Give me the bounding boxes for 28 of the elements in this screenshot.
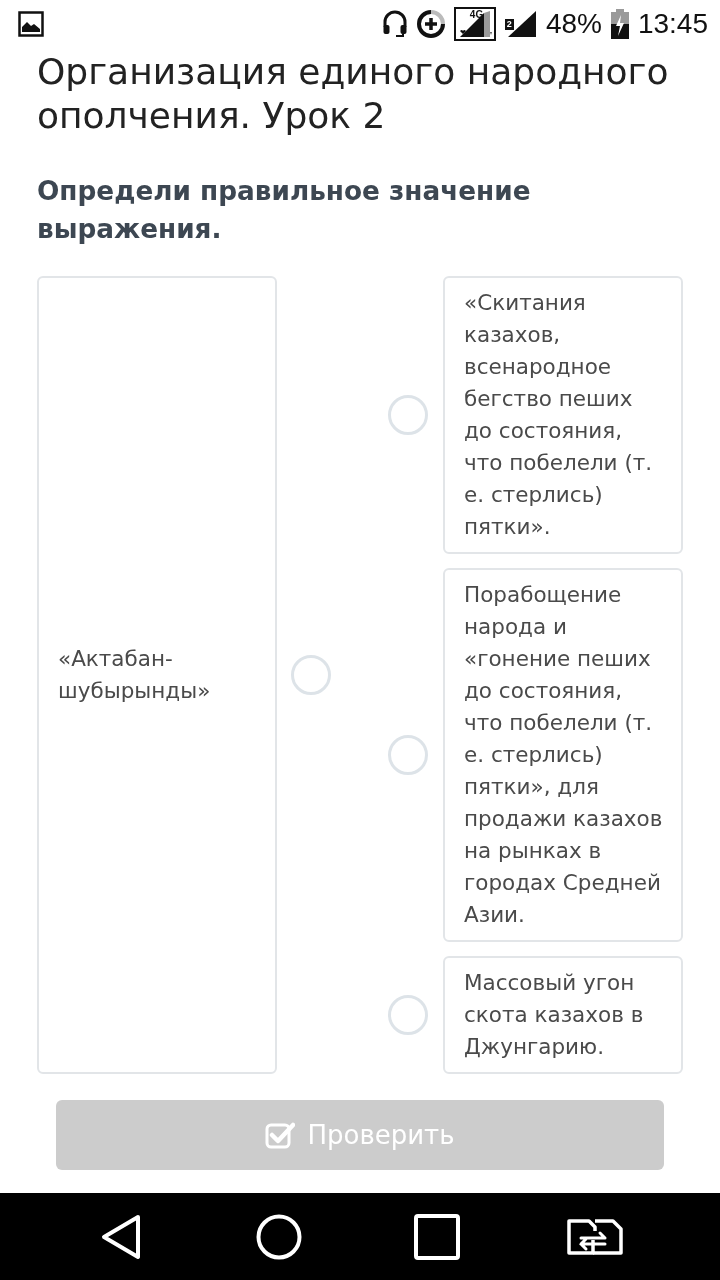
back-icon bbox=[100, 1213, 142, 1260]
recent-apps-icon bbox=[414, 1213, 460, 1260]
match-dot[interactable] bbox=[388, 395, 428, 435]
sim-switch-icon bbox=[567, 1217, 623, 1256]
checkbox-check-icon bbox=[265, 1121, 296, 1149]
sim-slot-label: 2 bbox=[504, 19, 514, 30]
lesson-title: Организация единого народного ополчения. Урок 2 bbox=[37, 50, 670, 138]
signal-icon bbox=[506, 10, 537, 38]
signal-icon bbox=[453, 7, 496, 41]
definition-card[interactable]: Массовый угон скота казахов в Джунгарию. bbox=[443, 956, 683, 1074]
battery-percent: 48% bbox=[545, 10, 602, 38]
definition-card[interactable]: Порабощение народа и «гонение пеших до состояния, что побелели (т. е. стерлись) пятки», для продажи казахов на рынках в городах Средней Азии. bbox=[443, 568, 683, 942]
image-icon bbox=[18, 11, 44, 37]
term-card[interactable]: «Актабан-шубырынды» bbox=[37, 276, 277, 1074]
headset-icon bbox=[381, 10, 408, 38]
home-icon bbox=[256, 1213, 302, 1260]
recent-apps-button[interactable] bbox=[414, 1213, 460, 1260]
match-dot[interactable] bbox=[388, 995, 428, 1035]
home-button[interactable] bbox=[256, 1213, 302, 1260]
clock: 13:45 bbox=[637, 10, 708, 38]
sim-switch-button[interactable] bbox=[567, 1217, 623, 1256]
back-button[interactable] bbox=[100, 1213, 142, 1260]
question-text: Определи правильное значение выражения. bbox=[37, 175, 532, 246]
battery-charging-icon bbox=[610, 9, 629, 39]
data-saver-icon bbox=[416, 10, 445, 38]
definition-card[interactable]: «Скитания казахов, всенародное бегство пеших до состояния, что побелели (т. е. стерлись) пятки». bbox=[443, 276, 683, 554]
match-dot[interactable] bbox=[388, 735, 428, 775]
match-dot[interactable] bbox=[291, 655, 331, 695]
